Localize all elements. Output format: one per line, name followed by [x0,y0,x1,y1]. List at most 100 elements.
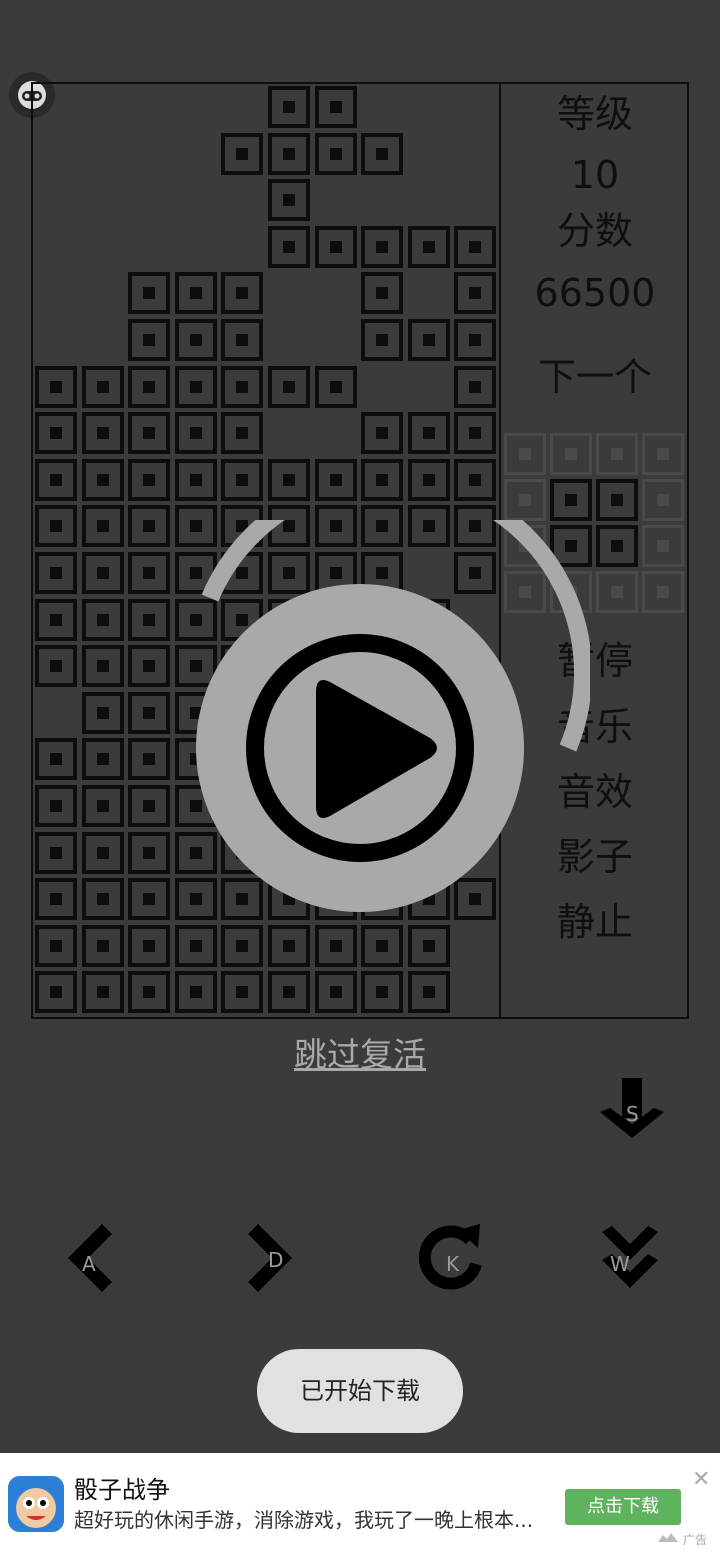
board-block [361,225,404,268]
board-block [128,924,171,967]
next-piece-empty-cell [642,571,684,613]
board-block [128,878,171,921]
board-block [35,645,77,688]
board-block [361,272,404,315]
board-block [81,878,124,921]
board-block [221,924,264,967]
move-left-button[interactable]: A [50,1218,130,1298]
rotate-button[interactable]: K [412,1218,492,1298]
level-value: 10 [570,153,620,197]
board-block [81,738,124,781]
board-block [35,831,77,874]
board-block [221,319,264,361]
board-block [81,552,124,594]
board-block [454,319,497,361]
board-block [454,365,497,408]
hard-drop-button[interactable]: W [590,1218,670,1298]
board-block [314,971,357,1014]
board-block [81,645,124,688]
board-block [314,924,357,967]
board-block [174,319,217,361]
board-block [407,319,450,361]
game-mascot-icon [8,1476,64,1532]
board-block [361,319,404,361]
board-block [128,319,171,361]
board-block [221,365,264,408]
board-block [454,225,497,268]
board-block [35,971,77,1014]
board-block [407,412,450,455]
ad-download-button[interactable]: 点击下载 [565,1489,681,1525]
board-block [361,132,404,175]
next-piece-empty-cell [596,433,638,475]
board-block [128,971,171,1014]
board-block [128,552,171,594]
board-block [407,225,450,268]
ad-network-logo-icon [658,1533,678,1542]
board-block [221,412,264,455]
rotate-key-label: K [446,1252,460,1276]
score-label: 分数 [556,209,633,253]
next-piece-empty-cell [550,433,592,475]
board-block [174,458,217,501]
next-piece-empty-cell [504,433,546,475]
board-block [35,785,77,827]
ad-title[interactable]: 骰子战争 [74,1470,170,1505]
board-block [314,365,357,408]
board-block [268,458,310,501]
board-block [81,458,124,501]
board-block [35,738,77,781]
board-block [361,412,404,455]
download-toast: 已开始下载 [257,1349,463,1433]
ad-app-icon[interactable] [8,1476,64,1532]
board-block [221,272,264,315]
board-block [221,971,264,1014]
board-block [221,132,264,175]
hard-drop-key-label: W [610,1252,630,1276]
board-block [81,365,124,408]
board-block [174,924,217,967]
board-block [35,505,77,548]
board-block [361,458,404,501]
play-circle-icon[interactable] [190,520,590,920]
board-block [268,132,310,175]
board-block [81,971,124,1014]
ad-label: 广告 [683,1533,708,1547]
board-block [174,365,217,408]
board-block [35,365,77,408]
drop-button[interactable]: S [592,1072,672,1152]
board-block [35,878,77,921]
board-block [221,458,264,501]
skip-revive-link[interactable]: 跳过复活 [250,1028,470,1076]
board-block [81,691,124,734]
next-piece-empty-cell [642,433,684,475]
next-label: 下一个 [537,355,652,399]
board-block [35,598,77,641]
ad-description[interactable]: 超好玩的休闲手游，消除游戏，我玩了一晚上根本... [74,1504,554,1533]
board-block [268,971,310,1014]
score-value: 66500 [534,271,656,315]
board-block [35,924,77,967]
next-piece-empty-cell [642,525,684,567]
board-block [128,785,171,827]
board-block [268,179,310,222]
next-piece-block [596,525,638,567]
board-block [81,412,124,455]
double-arrow-down-icon [602,1226,658,1288]
board-block [128,272,171,315]
board-block [128,505,171,548]
board-block [35,458,77,501]
board-block [81,505,124,548]
board-block [81,785,124,827]
close-icon[interactable]: ✕ [692,1467,710,1492]
board-block [314,225,357,268]
board-block [128,458,171,501]
board-block [268,86,310,128]
board-block [128,691,171,734]
move-right-button[interactable]: D [230,1218,310,1298]
board-block [454,458,497,501]
level-label: 等级 [556,92,633,136]
drop-key-label: S [626,1102,639,1126]
board-block [35,552,77,594]
board-block [407,924,450,967]
